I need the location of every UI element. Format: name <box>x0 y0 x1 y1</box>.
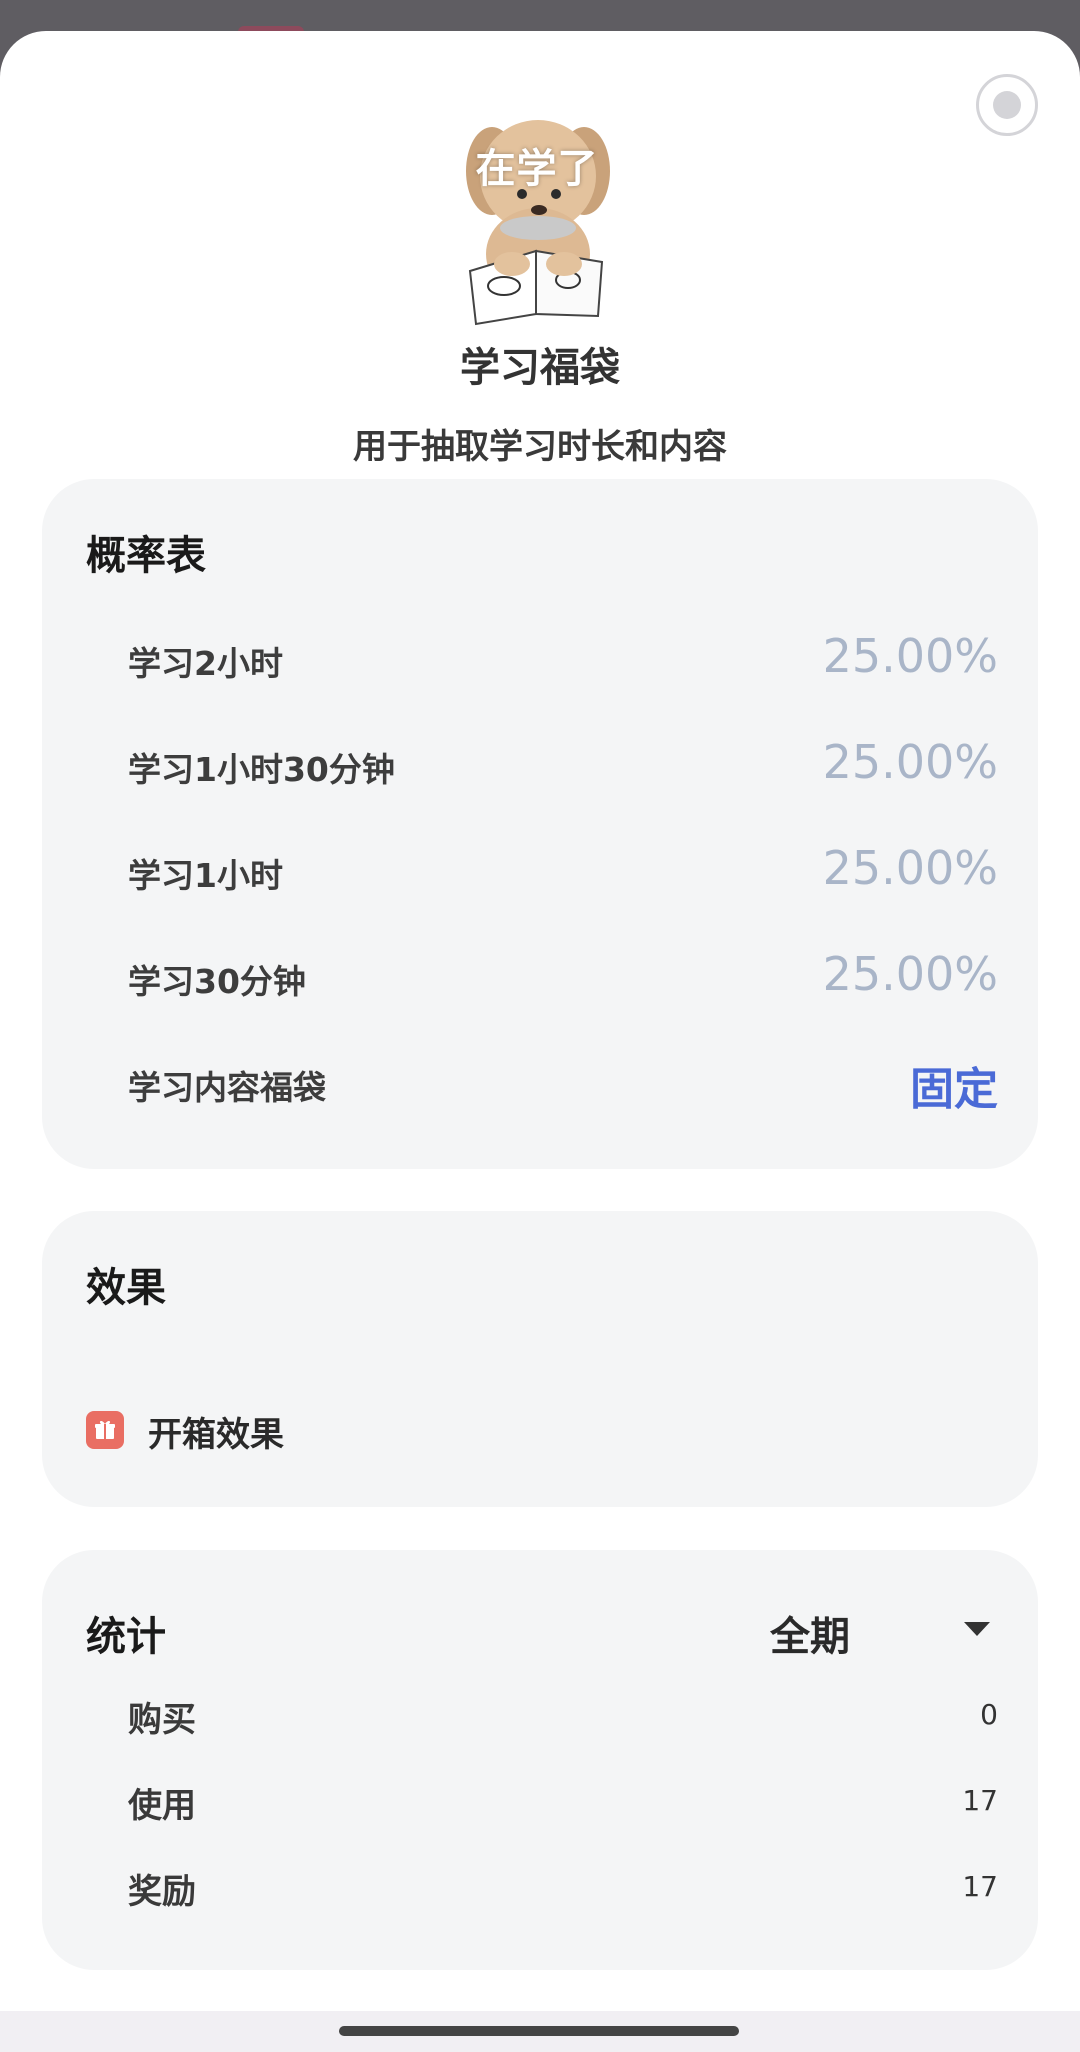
fixed-badge[interactable]: 固定 <box>910 1053 998 1117</box>
period-value: 全期 <box>770 1614 850 1660</box>
probability-value: 25.00% <box>822 735 998 789</box>
home-indicator[interactable] <box>339 2026 739 2036</box>
probability-label: 学习1小时 <box>128 856 283 895</box>
probability-label: 学习内容福袋 <box>128 1068 326 1107</box>
probability-row: 学习1小时30分钟 25.00% <box>128 735 998 795</box>
page-title: 学习福袋 <box>460 345 620 391</box>
effects-title: 效果 <box>86 1265 166 1311</box>
stat-value: 17 <box>962 1870 998 1903</box>
probability-label: 学习30分钟 <box>128 962 306 1001</box>
stat-label: 奖励 <box>128 1872 196 1912</box>
reading-dog-icon <box>466 120 610 326</box>
probability-value: 25.00% <box>822 841 998 895</box>
probability-row: 学习2小时 25.00% <box>128 629 998 689</box>
stat-value: 17 <box>962 1784 998 1817</box>
probability-row: 学习30分钟 25.00% <box>128 947 998 1007</box>
probability-label: 学习1小时30分钟 <box>128 750 395 789</box>
probability-label: 学习2小时 <box>128 644 283 683</box>
page-subtitle: 用于抽取学习时长和内容 <box>353 427 727 467</box>
stat-row: 购买 0 <box>128 1692 998 1742</box>
probability-value: 25.00% <box>822 947 998 1001</box>
probability-row: 学习1小时 25.00% <box>128 841 998 901</box>
stats-card: 统计 全期 购买 0 使用 17 奖励 17 <box>42 1550 1038 1970</box>
period-dropdown[interactable]: 全期 <box>770 1604 990 1660</box>
stat-label: 使用 <box>128 1786 196 1826</box>
stats-title: 统计 <box>86 1614 166 1660</box>
stat-row: 使用 17 <box>128 1778 998 1828</box>
item-detail-sheet: 在学了 学习福袋 用于抽取学习时长和内容 概率表 学习2小时 25.00% 学习… <box>0 31 1080 2052</box>
probability-title: 概率表 <box>86 533 206 579</box>
radio-dot-icon <box>993 91 1021 119</box>
open-box-effect-label[interactable]: 开箱效果 <box>148 1407 284 1456</box>
probability-row-fixed[interactable]: 学习内容福袋 固定 <box>128 1053 998 1115</box>
select-radio-button[interactable] <box>976 74 1038 136</box>
probability-value: 25.00% <box>822 629 998 683</box>
mascot-caption: 在学了 <box>475 146 599 192</box>
stat-value: 0 <box>980 1698 998 1731</box>
mascot-image: 在学了 <box>452 76 622 326</box>
probability-card: 概率表 学习2小时 25.00% 学习1小时30分钟 25.00% 学习1小时 … <box>42 479 1038 1169</box>
stat-label: 购买 <box>128 1700 196 1740</box>
status-strip <box>0 0 1080 36</box>
gift-icon <box>86 1411 124 1449</box>
dropdown-arrow-icon <box>964 1622 990 1636</box>
effects-card: 效果 开箱效果 <box>42 1211 1038 1507</box>
stat-row: 奖励 17 <box>128 1864 998 1914</box>
